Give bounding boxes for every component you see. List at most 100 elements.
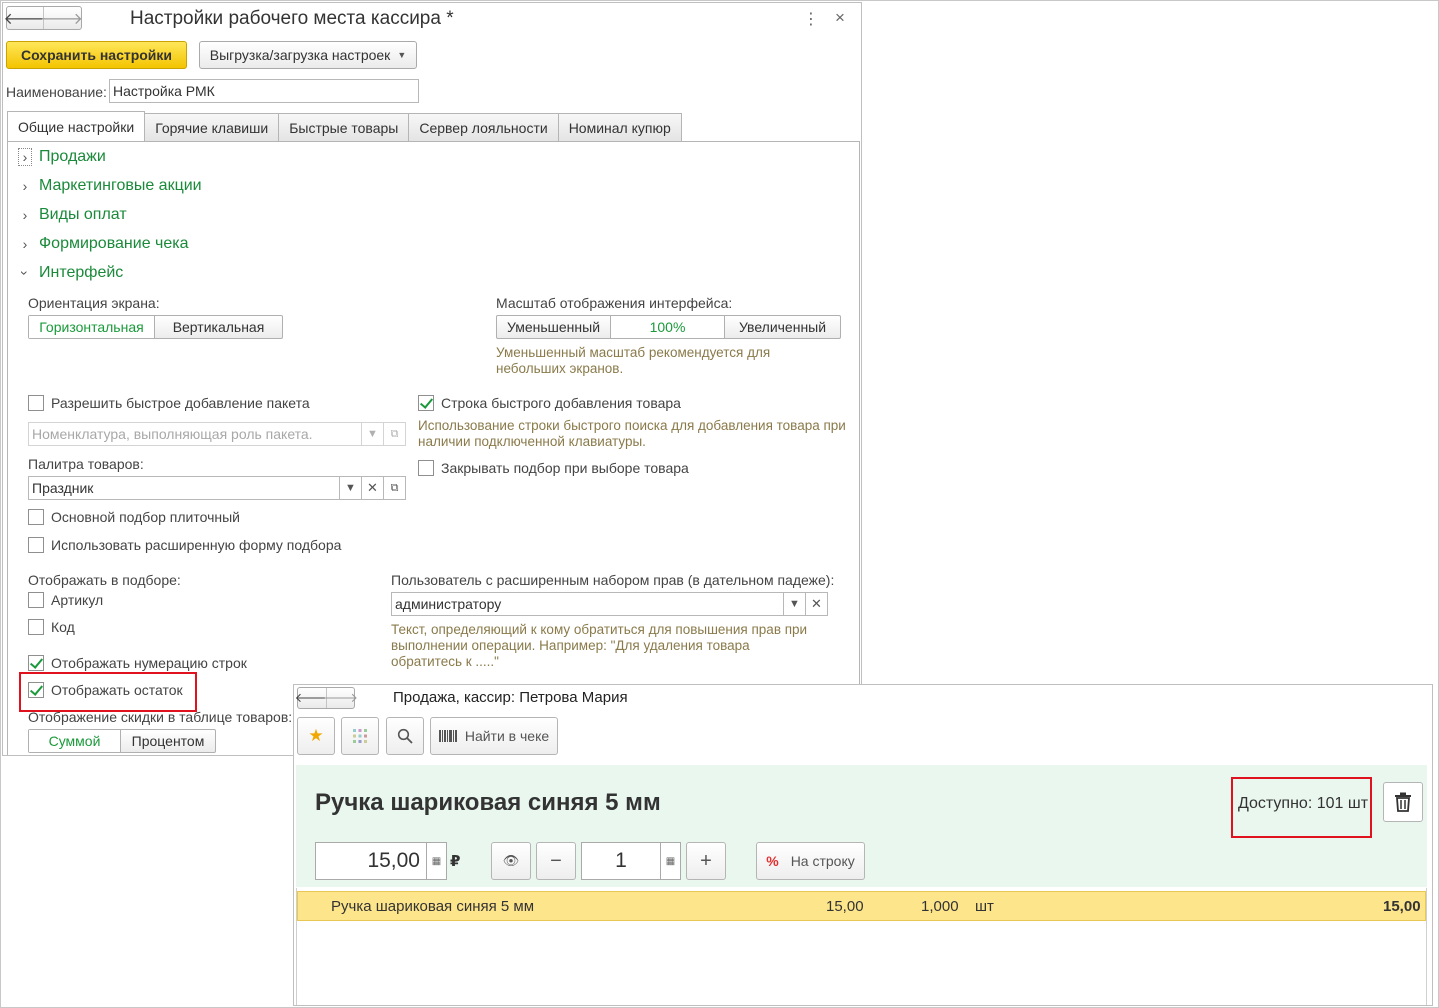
- save-settings-button[interactable]: Сохранить настройки: [6, 41, 187, 69]
- tab-general[interactable]: Общие настройки: [7, 111, 146, 141]
- calculator-icon: ▦: [431, 855, 442, 867]
- discount-by-sum[interactable]: Суммой: [29, 730, 120, 752]
- open-form-icon: ⧉: [390, 481, 399, 494]
- tile-view-button[interactable]: [341, 717, 379, 755]
- group-receipt-label: Формирование чека: [39, 235, 189, 252]
- group-payments[interactable]: › Виды оплат: [18, 206, 127, 224]
- extended-form-checkbox[interactable]: Использовать расширенную форму подбора: [28, 537, 341, 553]
- star-icon: ★: [308, 726, 324, 745]
- palette-input[interactable]: Праздник: [28, 476, 340, 500]
- code-checkbox[interactable]: Код: [28, 619, 75, 635]
- chevron-right-icon: ›: [22, 207, 28, 223]
- scale-100[interactable]: 100%: [610, 316, 724, 338]
- row-quantity: 1,000: [921, 898, 959, 915]
- barcode-icon: [438, 730, 457, 742]
- tile-selection-checkbox[interactable]: Основной подбор плиточный: [28, 509, 240, 525]
- checkbox-box: [28, 592, 44, 608]
- cashier-title: Продажа, кассир: Петрова Мария: [393, 689, 628, 706]
- price-input[interactable]: 15,00: [315, 842, 427, 880]
- search-icon: [397, 728, 413, 744]
- dropdown-arrow-icon: ▼: [345, 482, 356, 494]
- quick-package-checkbox[interactable]: Разрешить быстрое добавление пакета: [28, 395, 310, 411]
- group-interface[interactable]: › Интерфейс: [17, 264, 124, 282]
- row-price: 15,00: [826, 898, 864, 915]
- group-receipt[interactable]: › Формирование чека: [18, 235, 189, 253]
- checkbox-box: [28, 619, 44, 635]
- forward-button[interactable]: 🡒: [40, 7, 83, 29]
- privileged-hint: Текст, определяющий к кому обратиться дл…: [391, 622, 808, 669]
- show-price-button[interactable]: 👁: [491, 842, 531, 880]
- quick-add-row-checkbox[interactable]: Строка быстрого добавления товара: [418, 395, 681, 411]
- row-numbering-label: Отображать нумерацию строк: [51, 655, 247, 671]
- palette-dropdown-button[interactable]: ▼: [340, 476, 362, 500]
- quantity-calculator-button[interactable]: ▦: [661, 842, 681, 880]
- group-payments-label: Виды оплат: [39, 206, 127, 223]
- discount-display-label: Отображение скидки в таблице товаров:: [28, 709, 293, 725]
- article-checkbox[interactable]: Артикул: [28, 592, 103, 608]
- price-calculator-button[interactable]: ▦: [427, 842, 447, 880]
- package-open-button[interactable]: ⧉: [384, 422, 406, 446]
- orientation-vertical[interactable]: Вертикальная: [154, 316, 282, 338]
- search-button[interactable]: [386, 717, 424, 755]
- favorites-button[interactable]: ★: [297, 717, 335, 755]
- cashier-window: 🡐 🡒 Продажа, кассир: Петрова Мария ★ Най…: [293, 684, 1433, 1006]
- discount-by-percent[interactable]: Процентом: [120, 730, 215, 752]
- close-selection-checkbox[interactable]: Закрывать подбор при выборе товара: [418, 460, 689, 476]
- privileged-user-input[interactable]: администратору: [391, 592, 784, 616]
- find-in-receipt-button[interactable]: Найти в чеке: [430, 717, 558, 755]
- chevron-right-icon: ›: [22, 236, 28, 252]
- forward-button[interactable]: 🡒: [323, 688, 358, 708]
- name-input[interactable]: Настройка РМК: [109, 79, 419, 103]
- settings-window: 🡐 🡒 Настройки рабочего места кассира * ⋮…: [2, 2, 862, 756]
- currency-sign: ₽: [450, 853, 461, 870]
- privileged-user-dropdown-button[interactable]: ▼: [784, 592, 806, 616]
- close-icon[interactable]: ×: [835, 8, 845, 28]
- row-numbering-checkbox[interactable]: Отображать нумерацию строк: [28, 655, 247, 671]
- delete-row-button[interactable]: [1383, 782, 1423, 822]
- back-button[interactable]: 🡐: [295, 688, 330, 708]
- scale-reduced[interactable]: Уменьшенный: [497, 316, 610, 338]
- tab-quick-products[interactable]: Быстрые товары: [278, 113, 410, 141]
- scale-label: Масштаб отображения интерфейса:: [496, 295, 733, 311]
- name-label: Наименование:: [6, 84, 107, 100]
- scale-increased[interactable]: Увеличенный: [724, 316, 840, 338]
- tab-banknotes[interactable]: Номинал купюр: [557, 113, 682, 141]
- row-unit: шт: [975, 898, 994, 915]
- apply-discount-to-row-button[interactable]: % На строку: [756, 842, 865, 880]
- percent-icon: %: [766, 853, 779, 869]
- checkbox-box: [418, 460, 434, 476]
- extended-form-label: Использовать расширенную форму подбора: [51, 537, 342, 553]
- palette-clear-button[interactable]: ✕: [362, 476, 384, 500]
- package-input[interactable]: Номенклатура, выполняющая роль пакета.: [28, 422, 362, 446]
- privileged-user-clear-button[interactable]: ✕: [806, 592, 828, 616]
- export-import-button[interactable]: Выгрузка/загрузка настроек ▼: [199, 41, 417, 69]
- package-dropdown-button[interactable]: ▼: [362, 422, 384, 446]
- more-menu-icon[interactable]: ⋮: [803, 9, 819, 29]
- quantity-input[interactable]: 1: [581, 842, 661, 880]
- tab-hotkeys[interactable]: Горячие клавиши: [144, 113, 280, 141]
- row-sum: 15,00: [1383, 898, 1421, 915]
- group-interface-label: Интерфейс: [39, 264, 124, 281]
- product-name: Ручка шариковая синяя 5 мм: [315, 789, 661, 816]
- cashier-nav-buttons: 🡐 🡒: [295, 687, 358, 709]
- quick-package-label: Разрешить быстрое добавление пакета: [51, 395, 310, 411]
- palette-label: Палитра товаров:: [28, 456, 144, 472]
- palette-open-button[interactable]: ⧉: [384, 476, 406, 500]
- group-sales[interactable]: › Продажи: [18, 148, 106, 166]
- highlight-show-stock: [19, 672, 197, 712]
- clear-icon: ✕: [367, 480, 378, 495]
- trash-icon: [1395, 792, 1411, 812]
- back-button[interactable]: 🡐: [4, 7, 47, 29]
- group-marketing[interactable]: › Маркетинговые акции: [18, 177, 202, 195]
- apply-discount-label: На строку: [790, 853, 855, 869]
- dropdown-arrow-icon: ▼: [367, 428, 378, 440]
- tab-loyalty-server[interactable]: Сервер лояльности: [408, 113, 559, 141]
- quick-add-hint: Использование строки быстрого поиска для…: [418, 418, 846, 449]
- orientation-horizontal[interactable]: Горизонтальная: [29, 316, 154, 338]
- decrease-qty-button[interactable]: −: [536, 842, 576, 880]
- arrow-right-icon: 🡒: [323, 690, 358, 705]
- calculator-icon: ▦: [665, 855, 676, 867]
- privileged-user-label: Пользователь с расширенным набором прав …: [391, 572, 835, 588]
- increase-qty-button[interactable]: +: [686, 842, 726, 880]
- open-form-icon: ⧉: [390, 427, 399, 440]
